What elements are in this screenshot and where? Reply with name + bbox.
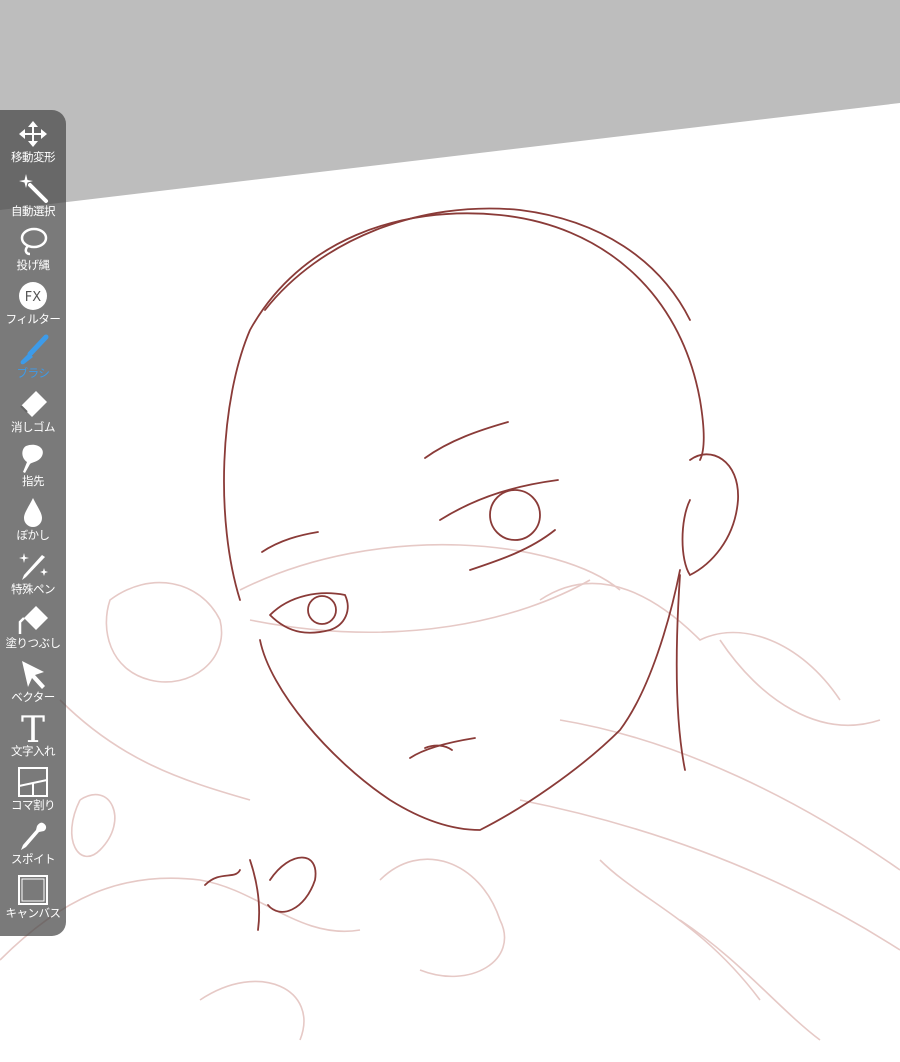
arrow-cursor-icon (22, 661, 45, 689)
tool-lasso[interactable]: 投げ縄 (0, 226, 66, 280)
tool-eyedropper[interactable]: スポイト (0, 820, 66, 874)
tool-text[interactable]: T 文字入れ (0, 712, 66, 766)
drawing-canvas[interactable] (0, 0, 900, 1062)
eraser-icon (20, 391, 47, 417)
canvas-frame-icon (18, 875, 48, 905)
fx-icon: FX (19, 282, 47, 310)
panel-divide-icon (18, 767, 48, 797)
text-t-icon: T (21, 712, 45, 744)
tool-smudge[interactable]: 指先 (0, 442, 66, 496)
tool-palette: 移動変形自動選択投げ縄 FX フィルターブラシ消しゴム指先ぼかし特殊ペン塗りつぶしベ… (0, 110, 66, 936)
canvas-paper (0, 103, 900, 1062)
tool-filter[interactable]: FX フィルター (0, 280, 66, 334)
tool-magic[interactable]: 自動選択 (0, 172, 66, 226)
tool-label: 投げ縄 (16, 258, 51, 272)
tool-eraser[interactable]: 消しゴム (0, 388, 66, 442)
tool-label: ブラシ (16, 366, 50, 380)
tool-blur[interactable]: ぼかし (0, 496, 66, 550)
tool-label: ぼかし (16, 528, 51, 542)
brush-icon (20, 334, 49, 365)
tool-label: 自動選択 (11, 204, 56, 218)
sparkle-pen-icon (19, 553, 48, 580)
tool-label: 特殊ペン (11, 582, 56, 596)
finger-smudge-icon (22, 444, 43, 473)
move-arrows-icon (19, 121, 47, 147)
magic-wand-icon (19, 174, 48, 203)
tool-move[interactable]: 移動変形 (0, 118, 66, 172)
eyedropper-icon (21, 822, 47, 850)
tool-label: キャンバス (5, 906, 62, 920)
tool-vector[interactable]: ベクター (0, 658, 66, 712)
tool-label: 文字入れ (11, 744, 56, 758)
tool-label: ベクター (11, 690, 55, 704)
svg-text:T: T (21, 712, 45, 744)
tool-label: 移動変形 (11, 150, 56, 164)
svg-text:FX: FX (25, 290, 41, 305)
tool-label: コマ割り (11, 798, 56, 812)
tool-special[interactable]: 特殊ペン (0, 550, 66, 604)
tool-canvas[interactable]: キャンバス (0, 874, 66, 928)
tool-label: スポイト (11, 852, 56, 866)
tool-brush[interactable]: ブラシ (0, 334, 66, 388)
tool-label: フィルター (5, 312, 61, 326)
tool-frame[interactable]: コマ割り (0, 766, 66, 820)
bucket-fill-icon (18, 606, 48, 634)
tool-label: 消しゴム (11, 420, 56, 434)
droplet-icon (24, 498, 42, 527)
tool-label: 指先 (22, 474, 45, 488)
tool-fill[interactable]: 塗りつぶし (0, 604, 66, 658)
tool-label: 塗りつぶし (5, 636, 61, 650)
lasso-icon (20, 227, 48, 256)
